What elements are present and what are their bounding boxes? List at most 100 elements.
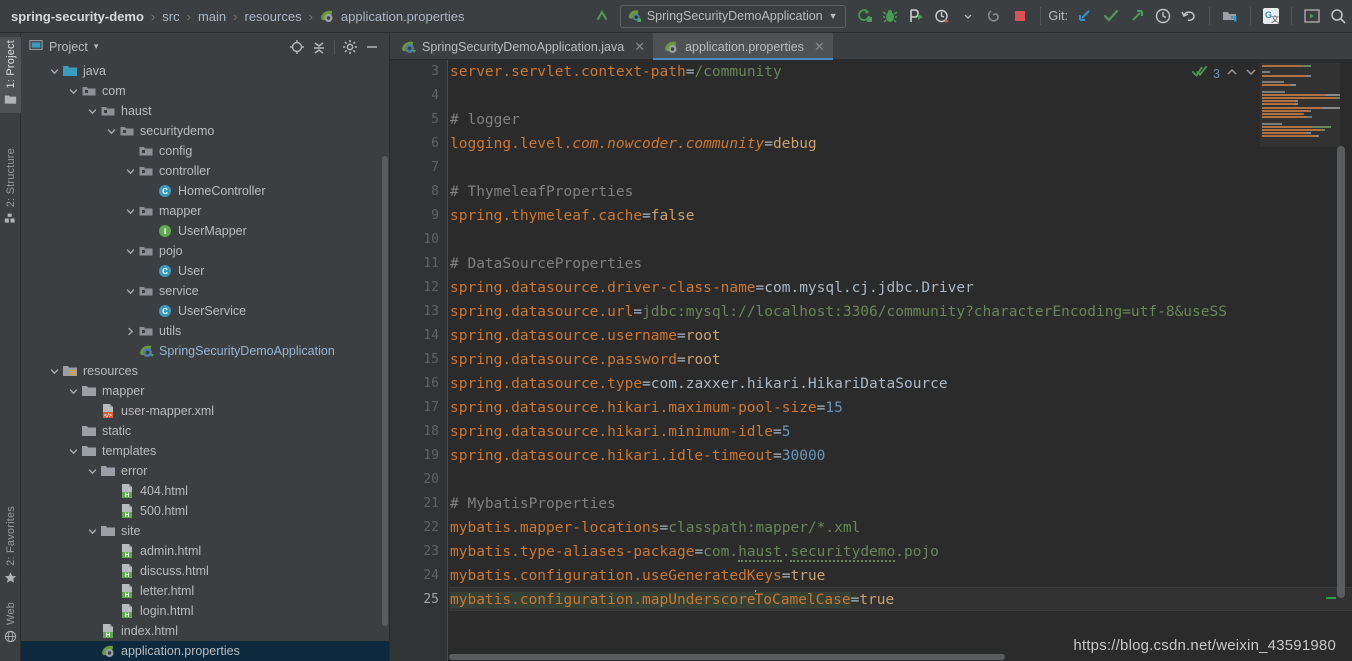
chevron-down-icon[interactable] (67, 85, 79, 97)
breadcrumb-item-application-properties[interactable]: application.properties (319, 8, 466, 24)
line-number[interactable]: 4 (431, 84, 439, 108)
run-configuration-selector[interactable]: SpringSecurityDemoApplication ▼ (619, 4, 846, 28)
line-number[interactable]: 20 (423, 468, 439, 492)
line-number[interactable]: 13 (423, 300, 439, 324)
tree-item-login-html[interactable]: Hlogin.html (21, 601, 389, 621)
tree-item-springsecuritydemoapplication[interactable]: SpringSecurityDemoApplication (21, 341, 389, 361)
chevron-down-icon[interactable] (48, 365, 60, 377)
chevron-down-icon[interactable] (105, 125, 117, 137)
tree-item-pojo[interactable]: pojo (21, 241, 389, 261)
attach-icon[interactable] (982, 4, 1006, 28)
line-number[interactable]: 25 (423, 588, 439, 612)
chevron-down-icon[interactable] (67, 385, 79, 397)
editor-body[interactable]: 3 4 5 6 7 8 9 10 11 12 13 14 15 16 17 18 19 20 21 22 23 24 25 … (390, 60, 1352, 661)
locate-target-icon[interactable] (286, 36, 308, 58)
line-number[interactable]: 7 (431, 156, 439, 180)
line-number[interactable]: 11 (423, 252, 439, 276)
tree-item-utils[interactable]: utils (21, 321, 389, 341)
breadcrumb[interactable]: spring-security-demo › src › main › resources ›… (0, 0, 465, 33)
code-line[interactable]: logging.level.com.nowcoder.community=deb… (449, 132, 817, 156)
tree-item-letter-html[interactable]: Hletter.html (21, 581, 389, 601)
line-number[interactable]: 3 (431, 60, 439, 84)
chevron-down-icon[interactable] (956, 4, 980, 28)
tree-item-userservice[interactable]: C UserService (21, 301, 389, 321)
close-icon[interactable]: ✕ (814, 40, 825, 53)
rail-button-1--project[interactable]: 1: Project (0, 37, 21, 114)
breadcrumb-item-spring-security-demo[interactable]: spring-security-demo (10, 9, 145, 24)
code-line[interactable]: spring.datasource.password=root (449, 348, 721, 372)
tree-item-application-properties[interactable]: application.properties (21, 641, 389, 661)
stop-icon[interactable] (1008, 4, 1032, 28)
tree-item-mapper[interactable]: mapper (21, 381, 389, 401)
minimize-icon[interactable] (361, 36, 383, 58)
code-line[interactable] (449, 84, 450, 108)
update-project-icon[interactable] (1073, 4, 1097, 28)
profiler-icon[interactable] (930, 4, 954, 28)
chevron-down-icon[interactable] (124, 285, 136, 297)
breadcrumb-item-src[interactable]: src (161, 9, 180, 24)
line-number[interactable]: 6 (431, 132, 439, 156)
tree-item-404-html[interactable]: H 404.html (21, 481, 389, 501)
commit-check-icon[interactable] (1099, 4, 1123, 28)
tree-item-static[interactable]: static (21, 421, 389, 441)
tree-item-config[interactable]: config (21, 141, 389, 161)
code-line[interactable]: spring.datasource.hikari.maximum-pool-si… (449, 396, 843, 420)
project-structure-icon[interactable] (1218, 4, 1242, 28)
chevron-down-icon[interactable] (67, 445, 79, 457)
tree-scrollbar[interactable] (382, 156, 388, 626)
tree-item-com[interactable]: com (21, 81, 389, 101)
tree-item-index-html[interactable]: Hindex.html (21, 621, 389, 641)
tree-item-500-html[interactable]: H 500.html (21, 501, 389, 521)
code-line[interactable]: spring.thymeleaf.cache=false (449, 204, 694, 228)
project-tree[interactable]: java com haust securitydemo config controller… (21, 60, 389, 661)
chevron-down-icon[interactable] (86, 525, 98, 537)
code-line[interactable]: mybatis.configuration.useGeneratedKeys=t… (449, 564, 825, 588)
line-number[interactable]: 23 (423, 540, 439, 564)
code-line[interactable]: # MybatisProperties (449, 492, 616, 516)
code-line[interactable] (449, 468, 450, 492)
code-line[interactable]: spring.datasource.hikari.minimum-idle=5 (449, 420, 790, 444)
collapse-all-icon[interactable] (308, 36, 330, 58)
bug-icon[interactable] (878, 4, 902, 28)
chevron-down-icon[interactable] (124, 165, 136, 177)
code-line[interactable]: # DataSourceProperties (449, 252, 642, 276)
line-number[interactable]: 10 (423, 228, 439, 252)
rail-button-2--favorites[interactable]: 2: Favorites (0, 503, 21, 591)
rerun-icon[interactable] (852, 4, 876, 28)
chevron-up-icon[interactable] (1225, 67, 1239, 80)
chevron-right-icon[interactable] (124, 325, 136, 337)
line-number[interactable]: 16 (423, 372, 439, 396)
close-icon[interactable]: ✕ (634, 40, 645, 53)
chevron-down-icon[interactable] (124, 205, 136, 217)
line-number[interactable]: 12 (423, 276, 439, 300)
tree-item-homecontroller[interactable]: C HomeController (21, 181, 389, 201)
rollback-undo-icon[interactable] (1177, 4, 1201, 28)
tree-item-templates[interactable]: templates (21, 441, 389, 461)
search-icon[interactable] (1326, 4, 1350, 28)
line-number[interactable]: 15 (423, 348, 439, 372)
preview-window-icon[interactable] (1300, 4, 1324, 28)
run-coverage-icon[interactable] (904, 4, 928, 28)
chevron-down-icon[interactable] (1244, 67, 1258, 80)
code-line[interactable]: spring.datasource.type=com.zaxxer.hikari… (449, 372, 948, 396)
code-line[interactable] (449, 228, 450, 252)
code-line[interactable]: mybatis.configuration.mapUnderscoreToCam… (449, 588, 894, 612)
code-line[interactable] (449, 156, 450, 180)
code-line[interactable]: server.servlet.context-path=/community (449, 60, 782, 84)
tree-item-admin-html[interactable]: Hadmin.html (21, 541, 389, 561)
line-number[interactable]: 24 (423, 564, 439, 588)
line-number[interactable]: 17 (423, 396, 439, 420)
editor-horizontal-scrollbar[interactable] (449, 654, 1005, 660)
line-number[interactable]: 14 (423, 324, 439, 348)
translate-icon[interactable]: G文 (1259, 4, 1283, 28)
tree-item-controller[interactable]: controller (21, 161, 389, 181)
line-number[interactable]: 5 (431, 108, 439, 132)
code-line[interactable]: # ThymeleafProperties (449, 180, 633, 204)
line-number[interactable]: 21 (423, 492, 439, 516)
tree-item-discuss-html[interactable]: Hdiscuss.html (21, 561, 389, 581)
gear-icon[interactable] (339, 36, 361, 58)
editor-tab-springsecuritydemoapplication-java[interactable]: SpringSecurityDemoApplication.java ✕ (390, 33, 653, 60)
line-number[interactable]: 19 (423, 444, 439, 468)
line-number[interactable]: 8 (431, 180, 439, 204)
history-clock-icon[interactable] (1151, 4, 1175, 28)
